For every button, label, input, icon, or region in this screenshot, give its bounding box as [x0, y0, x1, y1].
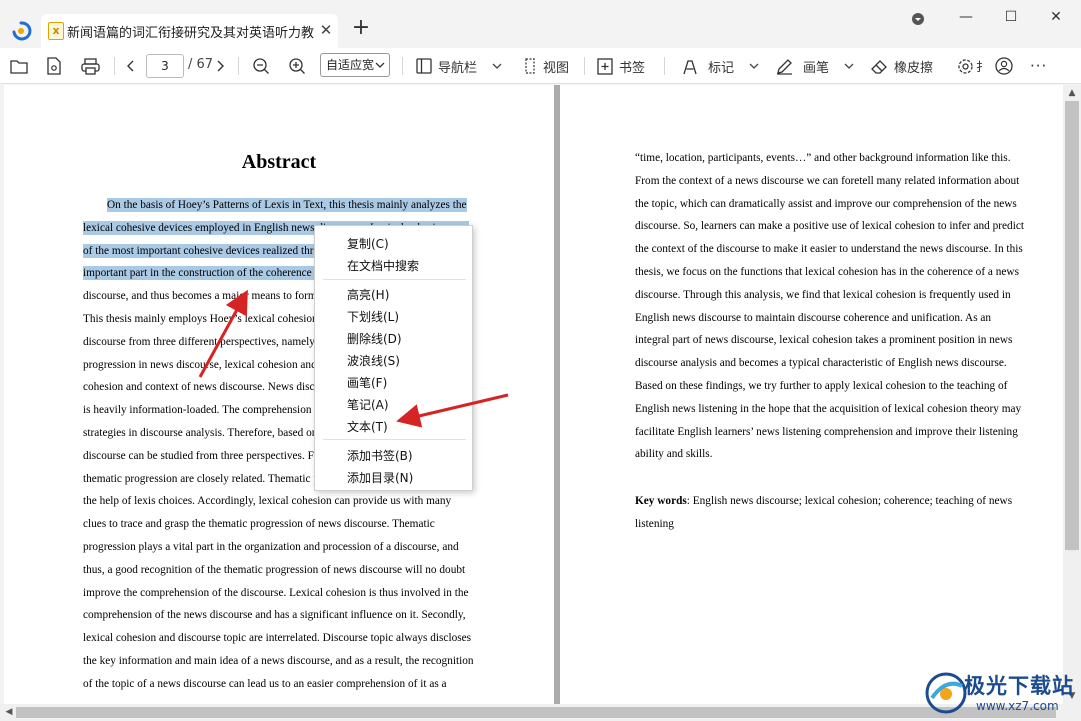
arrow-to-selection — [198, 289, 248, 378]
arrow-to-text-menu-item — [396, 393, 509, 428]
watermark-url: www.xz7.com — [976, 699, 1059, 713]
annotation-arrows — [198, 289, 509, 428]
watermark-title: 极光下载站 — [964, 674, 1074, 698]
